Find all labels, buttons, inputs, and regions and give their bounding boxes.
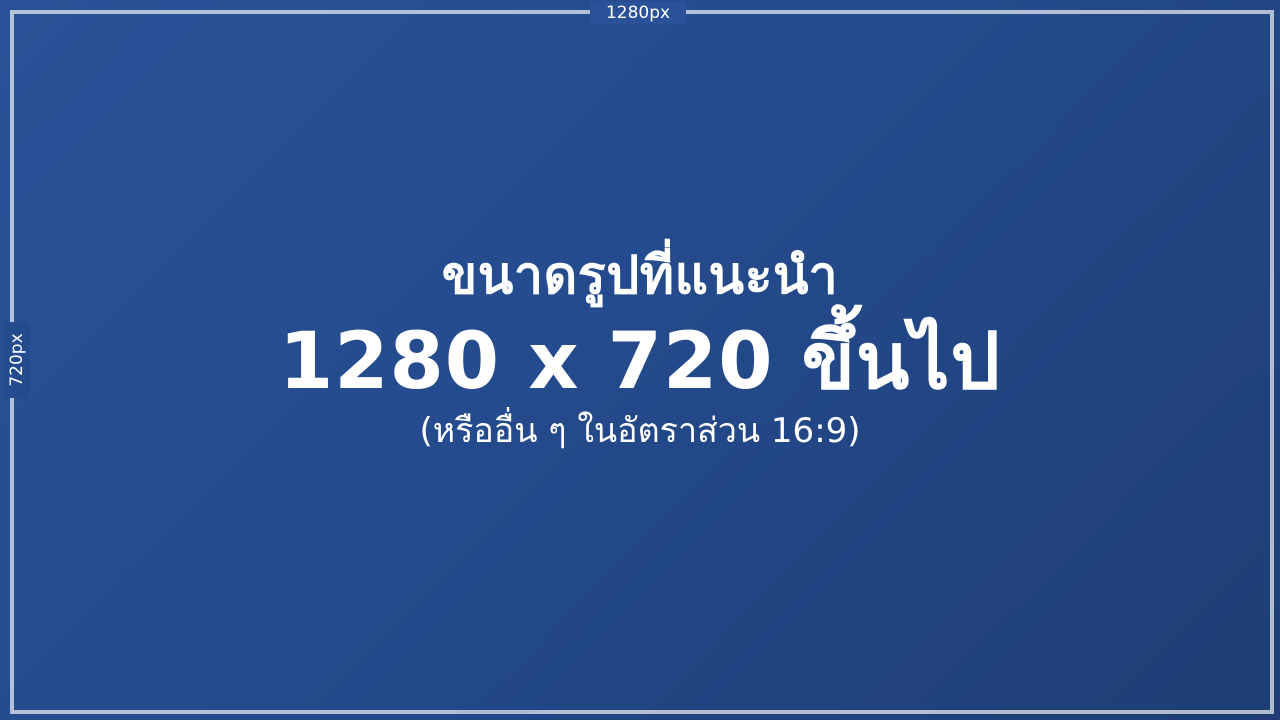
recommended-size: 1280 x 720 ขึ้นไป (278, 317, 1002, 407)
aspect-ratio-note: (หรืออื่น ๆ ในอัตราส่วน 16:9) (419, 411, 861, 451)
width-label: 1280px (590, 2, 686, 24)
message-block: ขนาดรูปที่แนะนำ 1280 x 720 ขึ้นไป (หรืออ… (0, 238, 1280, 452)
headline: ขนาดรูปที่แนะนำ (441, 246, 839, 306)
